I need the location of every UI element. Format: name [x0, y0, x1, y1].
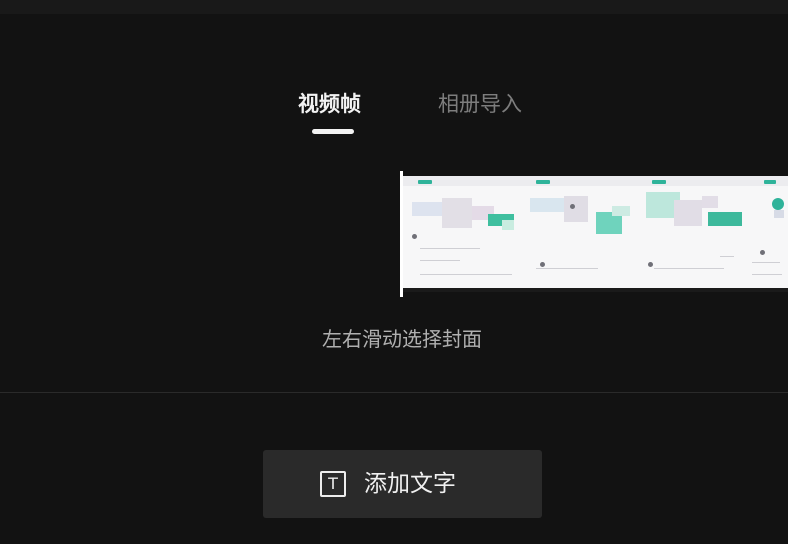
active-tab-indicator: [312, 129, 354, 134]
top-bar: [0, 0, 788, 14]
video-frame-thumbnail[interactable]: [634, 176, 747, 288]
video-frame-thumbnail[interactable]: [746, 176, 788, 288]
text-t-icon: T: [320, 471, 346, 497]
video-frame-thumbnail[interactable]: [402, 176, 531, 288]
video-frame-strip[interactable]: [402, 176, 788, 288]
strip-bottom-edge: [402, 288, 788, 292]
add-text-label: 添加文字: [364, 471, 456, 497]
tab-video-frame[interactable]: 视频帧: [298, 90, 361, 118]
cover-selection-indicator[interactable]: [400, 171, 403, 297]
add-text-button[interactable]: T 添加文字: [263, 450, 542, 518]
divider: [0, 392, 788, 393]
tab-album-import[interactable]: 相册导入: [438, 90, 522, 118]
video-frame-thumbnail[interactable]: [530, 176, 635, 288]
swipe-hint: 左右滑动选择封面: [322, 327, 482, 351]
cover-editor: 视频帧 相册导入 左右滑动选择封面 T 添加文字: [0, 0, 788, 544]
